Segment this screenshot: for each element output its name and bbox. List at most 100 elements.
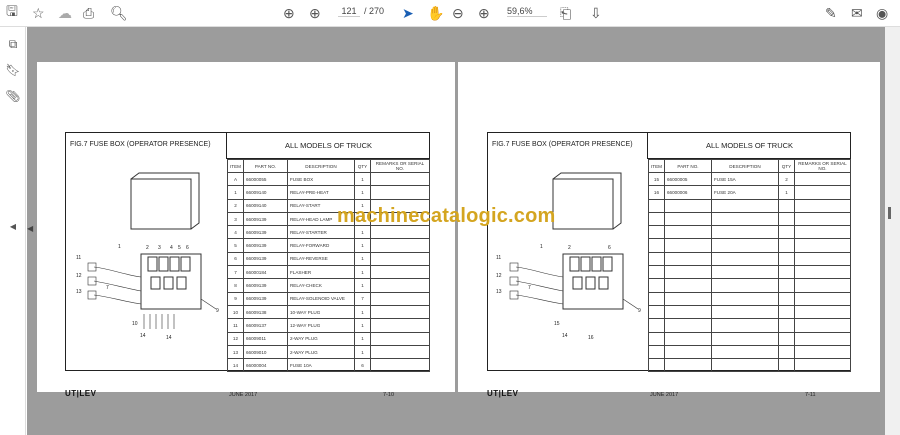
description-cell: FUSE 10A [286,358,355,373]
zoom-out-icon[interactable]: ⊖ [452,4,464,22]
save-icon[interactable]: 🖫 [6,3,18,22]
sign-icon[interactable]: ✎ [825,4,837,22]
part-no-cell: 66009140 [242,198,288,213]
remarks-cell [793,185,852,200]
svg-text:1: 1 [118,244,121,250]
svg-text:9: 9 [638,308,641,314]
description-cell: 12-WAY PLUG [286,318,355,333]
svg-text:14: 14 [562,333,568,339]
collapse-left-icon[interactable]: ◀ [5,222,21,238]
watermark: machinecatalogic.com [337,205,556,227]
fit-page-icon[interactable]: ⎗ [560,4,571,22]
remarks-cell [793,171,852,187]
footer-page-number: 7-11 [805,392,816,398]
item-cell: 13 [227,344,244,360]
footer-page-number: 7-10 [383,392,395,398]
svg-text:14: 14 [140,333,146,339]
attachment-icon[interactable]: 📎︎ [5,89,21,105]
svg-text:2: 2 [568,245,571,251]
description-cell: FLASHER [286,265,355,280]
svg-text:14: 14 [166,335,172,341]
remarks-cell [369,185,431,200]
svg-text:7: 7 [106,285,109,291]
table-row: 12 66009011 2-WAY PLUG 1 [227,331,431,346]
remarks-cell [369,304,431,320]
item-cell: 10 [227,304,244,320]
part-no-cell: 66000184 [242,265,288,280]
part-no-cell: 66009139 [242,225,288,240]
bookmark-star-icon[interactable]: ☆ [32,4,45,22]
qty-cell: 1 [353,251,371,267]
remarks-cell [369,331,431,346]
scroll-thumb[interactable] [888,207,891,219]
fuse-box-diagram: 1112131 2 3 4 5 6791014 14 [76,172,219,341]
mail-icon[interactable]: ✉ [851,4,863,22]
parts-box: FIG.7 FUSE BOX (OPERATOR PRESENCE) ALL M… [65,132,431,373]
footer-date: JUNE 2017 [229,392,258,398]
vertical-scrollbar[interactable] [885,27,900,435]
table-row: 13 66009010 2-WAY PLUG 1 [227,344,431,360]
description-cell: RELAY-CHECK [286,278,355,293]
part-no-cell: 66009010 [242,344,288,360]
table-row: 8 66009139 RELAY-CHECK 1 [227,278,431,293]
page-number-input[interactable]: 121 [338,6,360,17]
part-no-cell: 66009139 [242,278,288,293]
part-no-cell: 66000004 [242,358,288,373]
search-icon[interactable]: 🔍︎ [110,4,128,22]
part-no-cell: 66009139 [242,211,288,227]
item-cell: 7 [227,265,244,280]
bookmark-icon[interactable]: 🔖︎ [5,63,21,79]
scroll-mode-icon[interactable]: ⇩ [590,4,602,22]
col-description: DESCRIPTION [710,159,779,173]
hand-tool-icon[interactable]: ✋ [427,4,444,22]
empty-row [648,358,852,373]
remarks-cell [369,358,431,373]
svg-text:6: 6 [608,245,611,251]
print-icon[interactable]: ⎙ [83,4,94,22]
empty-row [648,211,852,227]
remarks-cell [369,318,431,333]
part-no-cell: 66009139 [242,238,288,253]
previous-arrow-icon[interactable]: ◀ [27,224,33,233]
part-no-cell: 66009139 [242,291,288,306]
table-row: 9 66009139 RELAY-SOLENOID VALVE 7 [227,291,431,306]
qty-cell: 1 [353,331,371,346]
description-cell: FUSE 15A [710,171,779,187]
parts-box: FIG.7 FUSE BOX (OPERATOR PRESENCE) ALL M… [487,132,852,373]
select-cursor-icon[interactable]: ➤ [402,4,414,22]
col-remarks: REMARKS OR SERIAL NO. [369,159,431,173]
empty-row [648,265,852,280]
col-qty: QTY [353,159,371,173]
zoom-level-select[interactable]: 59,6% [507,6,547,17]
sidebar: ⧉ 🔖︎ 📎︎ ◀ [0,27,26,435]
qty-cell: 1 [353,344,371,360]
description-cell: RELAY-SOLENOID VALVE [286,291,355,306]
svg-text:13: 13 [76,289,82,295]
description-cell: RELAY-REVERSE [286,251,355,267]
fig-title: FIG.7 FUSE BOX (OPERATOR PRESENCE) [488,133,648,159]
svg-text:11: 11 [496,255,501,261]
remarks-cell [369,265,431,280]
table-row: 1 66009140 RELAY-PRE-HEAT 1 [227,185,431,200]
upload-cloud-icon[interactable]: ☁ [58,4,72,22]
part-no-cell: 66009140 [242,185,288,200]
empty-row [648,198,852,213]
description-cell: 10-WAY PLUG [286,304,355,320]
account-icon[interactable]: ◉ [876,4,888,22]
qty-cell: 1 [353,278,371,293]
table-row: 15 66000005 FUSE 15A 2 [648,171,852,187]
qty-cell: 1 [353,185,371,200]
page-total: / 270 [364,6,385,16]
fuse-box-diagram: 1112131 2 6791514 16 [496,172,641,341]
previous-page-icon[interactable]: ⊕ [283,4,295,22]
empty-row [648,318,852,333]
pages-icon[interactable]: ⧉ [5,37,21,53]
qty-cell: 7 [353,291,371,306]
next-page-icon[interactable]: ⊕ [309,4,321,22]
part-no-cell: 66009138 [242,304,288,320]
part-no-cell: 66000005 [663,171,712,187]
col-item: ITEM [227,159,244,173]
description-cell: 2-WAY PLUG [286,331,355,346]
svg-text:15: 15 [554,321,560,327]
zoom-in-icon[interactable]: ⊕ [478,4,490,22]
